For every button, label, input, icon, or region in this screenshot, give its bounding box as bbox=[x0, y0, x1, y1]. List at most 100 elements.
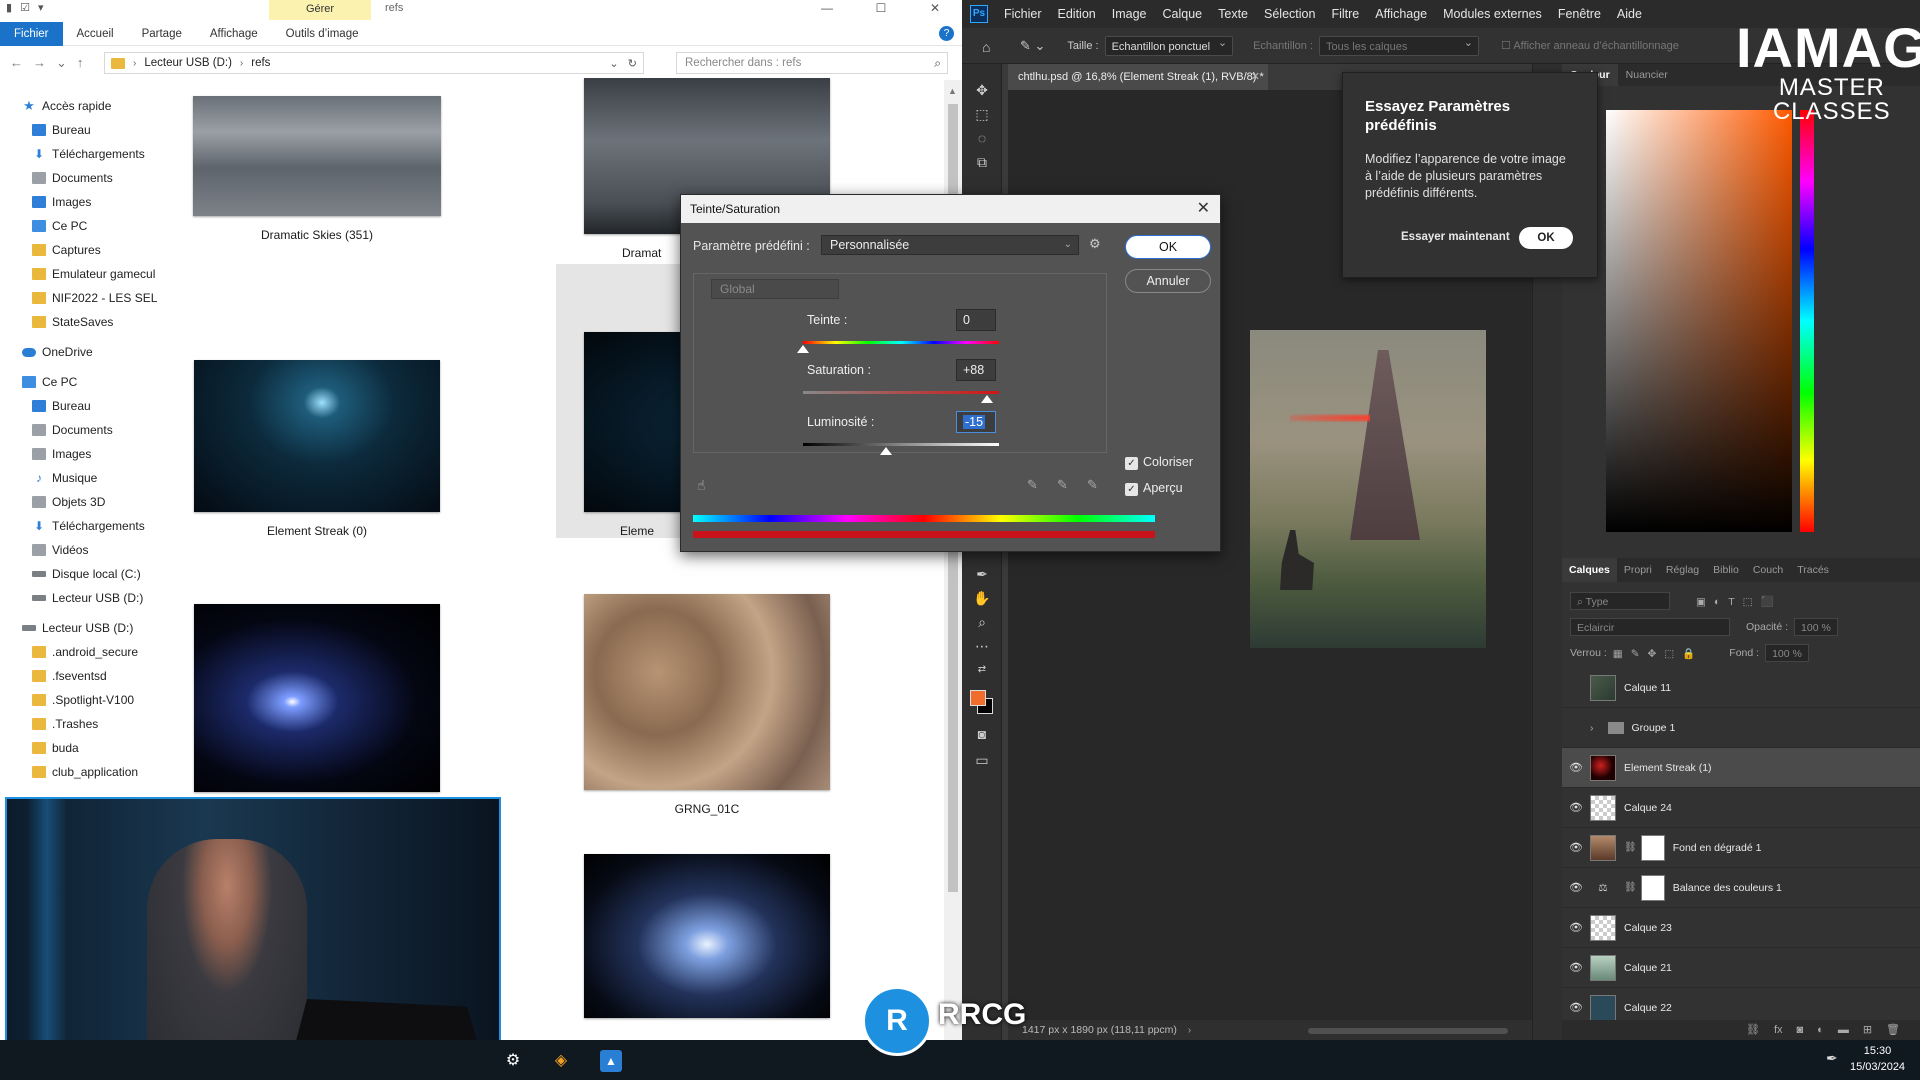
popup-ok-button[interactable]: OK bbox=[1519, 227, 1573, 249]
layer-row[interactable]: 👁 Calque 21 bbox=[1562, 948, 1920, 988]
hue-input[interactable]: 0 bbox=[956, 309, 996, 331]
ps-menu-item[interactable]: Calque bbox=[1155, 0, 1211, 28]
saturation-input[interactable]: +88 bbox=[956, 359, 996, 381]
nav-quick-access[interactable]: ★ Accès rapide bbox=[22, 96, 111, 116]
layer-group[interactable]: › Groupe 1 bbox=[1562, 708, 1920, 748]
up-arrow-icon[interactable]: ↑ bbox=[77, 55, 84, 71]
nav-item[interactable]: .Trashes bbox=[32, 714, 98, 734]
visibility-eye-icon[interactable]: 👁 bbox=[1562, 841, 1590, 854]
hue-slider-knob[interactable] bbox=[797, 345, 809, 353]
back-arrow-icon[interactable]: ← bbox=[10, 55, 23, 71]
horizontal-scrollbar[interactable] bbox=[1308, 1028, 1508, 1034]
fill-input[interactable]: 100 % bbox=[1765, 644, 1809, 662]
nav-item[interactable]: Lecteur USB (D:) bbox=[32, 588, 143, 608]
minimize-button[interactable]: — bbox=[800, 0, 854, 22]
tab-proprietes[interactable]: Propri bbox=[1617, 558, 1659, 582]
nav-item[interactable]: Disque local (C:) bbox=[32, 564, 141, 584]
settings-gear-icon[interactable]: ⚙ bbox=[502, 1050, 524, 1072]
nav-item[interactable]: Documents📌 bbox=[32, 168, 113, 188]
channel-select[interactable]: Global bbox=[711, 279, 839, 299]
hue-slider[interactable] bbox=[1800, 110, 1814, 532]
file-item[interactable]: GRNG_01C bbox=[552, 594, 862, 816]
new-group-icon[interactable]: ▬ bbox=[1838, 1020, 1849, 1040]
nav-item[interactable]: .fseventsd bbox=[32, 666, 107, 686]
nav-item[interactable]: club_application bbox=[32, 762, 138, 782]
lasso-tool-icon[interactable]: ◌ bbox=[972, 128, 992, 148]
nav-item[interactable]: NIF2022 - LES SELEC bbox=[32, 288, 158, 308]
nav-onedrive[interactable]: OneDrive bbox=[22, 342, 93, 362]
breadcrumb-folder[interactable]: refs bbox=[251, 57, 270, 69]
nav-item[interactable]: Images📌 bbox=[32, 192, 91, 212]
help-icon[interactable]: ? bbox=[939, 26, 954, 41]
nav-item[interactable]: Vidéos bbox=[32, 540, 88, 560]
tab-accueil[interactable]: Accueil bbox=[63, 22, 128, 46]
file-item[interactable]: Dramatic Skies (351) bbox=[162, 96, 472, 242]
luminosity-slider-knob[interactable] bbox=[880, 447, 893, 455]
color-picker-field[interactable] bbox=[1606, 110, 1792, 532]
pen-icon[interactable]: ✒ bbox=[1826, 1050, 1838, 1067]
photos-app-icon[interactable]: ▲ bbox=[600, 1050, 622, 1072]
close-icon[interactable]: ✕ bbox=[1197, 195, 1210, 223]
sampling-ring-checkbox[interactable]: ☐ Afficher anneau d’échantillonnage bbox=[1501, 39, 1679, 52]
quick-mask-icon[interactable]: ◙ bbox=[972, 724, 992, 744]
forward-arrow-icon[interactable]: → bbox=[33, 55, 46, 71]
document-tab[interactable]: chtlhu.psd @ 16,8% (Element Streak (1), … bbox=[1008, 64, 1268, 90]
tab-traces[interactable]: Tracés bbox=[1790, 558, 1836, 582]
ps-menu-item[interactable]: Aide bbox=[1609, 0, 1650, 28]
ps-menu-item[interactable]: Modules externes bbox=[1435, 0, 1550, 28]
quick-select-icon[interactable]: ⧉ bbox=[972, 152, 992, 172]
sample-layers-select[interactable]: Tous les calques bbox=[1319, 33, 1479, 56]
ps-menu-item[interactable]: Image bbox=[1104, 0, 1155, 28]
ps-menu-item[interactable]: Affichage bbox=[1367, 0, 1435, 28]
nav-item[interactable]: Ce PC📌 bbox=[32, 216, 87, 236]
move-tool-icon[interactable]: ✥ bbox=[972, 80, 992, 100]
nav-item[interactable]: StateSaves bbox=[32, 312, 113, 332]
trash-icon[interactable]: 🗑 bbox=[1886, 1020, 1900, 1040]
layer-row[interactable]: Calque 11 bbox=[1562, 668, 1920, 708]
ps-menu-item[interactable]: Edition bbox=[1050, 0, 1104, 28]
add-mask-icon[interactable]: ◙ bbox=[1797, 1020, 1804, 1040]
filter-icons[interactable]: ▣◐T⬚⬛ bbox=[1696, 595, 1782, 608]
adjustment-layer-icon[interactable]: ◐ bbox=[1817, 1020, 1824, 1040]
close-button[interactable]: ✕ bbox=[908, 0, 962, 22]
chain-link-icon[interactable]: ⛓ bbox=[1624, 842, 1637, 853]
blend-mode-select[interactable]: Eclaircir bbox=[1570, 618, 1730, 636]
pen-tool-icon[interactable]: ✒ bbox=[972, 564, 992, 584]
ribbon-manage-tab[interactable]: Gérer bbox=[269, 0, 371, 20]
layer-row[interactable]: 👁 ⛓ Fond en dégradé 1 bbox=[1562, 828, 1920, 868]
saturation-slider-knob[interactable] bbox=[981, 395, 994, 403]
home-icon[interactable]: ⌂ bbox=[982, 39, 998, 55]
sample-size-select[interactable]: Echantillon ponctuel bbox=[1104, 33, 1234, 56]
layer-mask-thumbnail[interactable] bbox=[1640, 834, 1665, 861]
link-layers-icon[interactable]: ⛓ bbox=[1746, 1020, 1760, 1040]
eyedropper-icon[interactable]: ✎ bbox=[1027, 477, 1038, 493]
layer-search-input[interactable]: ⌕ Type bbox=[1570, 592, 1670, 610]
try-now-link[interactable]: Essayer maintenant bbox=[1401, 231, 1510, 243]
opacity-input[interactable]: 100 % bbox=[1794, 618, 1838, 636]
marquee-tool-icon[interactable]: ⬚ bbox=[972, 104, 992, 124]
nav-item[interactable]: Documents bbox=[32, 420, 113, 440]
foreground-color-swatch[interactable] bbox=[970, 690, 986, 706]
visibility-eye-icon[interactable]: 👁 bbox=[1562, 881, 1590, 894]
ps-menu-item[interactable]: Texte bbox=[1210, 0, 1256, 28]
nav-usb[interactable]: Lecteur USB (D:) bbox=[22, 618, 133, 638]
nav-item[interactable]: Emulateur gamecul bbox=[32, 264, 155, 284]
nav-item[interactable]: ♪ Musique bbox=[32, 468, 97, 488]
visibility-eye-icon[interactable]: 👁 bbox=[1562, 961, 1590, 974]
tab-affichage[interactable]: Affichage bbox=[196, 22, 272, 46]
tab-nuancier[interactable]: Nuancier bbox=[1618, 64, 1676, 86]
tab-bibliotheques[interactable]: Biblio bbox=[1706, 558, 1746, 582]
eyedropper-minus-icon[interactable]: ✎ bbox=[1087, 477, 1098, 493]
eyedropper-plus-icon[interactable]: ✎ bbox=[1057, 477, 1068, 493]
ps-menu-item[interactable]: Fichier bbox=[996, 0, 1050, 28]
visibility-eye-icon[interactable]: 👁 bbox=[1562, 801, 1590, 814]
eyedropper-tool-icon[interactable]: ✎ ⌄ bbox=[1020, 38, 1045, 54]
luminosity-input[interactable]: -15 bbox=[956, 411, 996, 433]
search-input[interactable]: Rechercher dans : refs ⌕ bbox=[676, 52, 948, 74]
scroll-up-icon[interactable]: ▲ bbox=[948, 86, 957, 96]
saturation-slider-track[interactable] bbox=[803, 391, 999, 394]
nav-item[interactable]: .Spotlight-V100 bbox=[32, 690, 134, 710]
fx-icon[interactable]: fx bbox=[1774, 1020, 1783, 1040]
hand-tool-icon[interactable]: ✋ bbox=[972, 588, 992, 608]
tab-partage[interactable]: Partage bbox=[128, 22, 196, 46]
